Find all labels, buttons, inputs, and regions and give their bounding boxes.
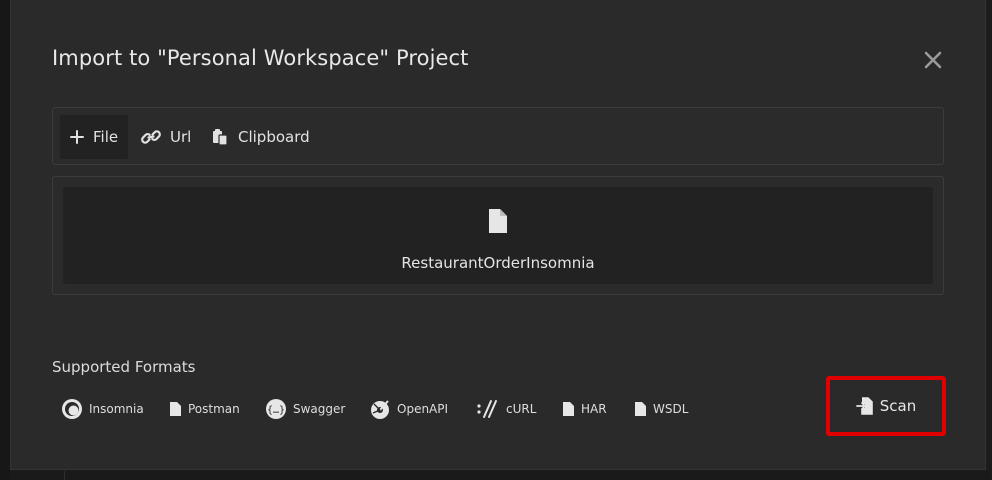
format-postman-label: Postman xyxy=(188,402,240,416)
file-dropzone[interactable]: RestaurantOrderInsomnia xyxy=(63,187,933,284)
plus-icon xyxy=(70,130,84,144)
tab-clipboard-label: Clipboard xyxy=(238,128,310,146)
dialog-title: Import to "Personal Workspace" Project xyxy=(52,46,469,70)
format-wsdl-label: WSDL xyxy=(653,402,689,416)
format-har: HAR xyxy=(562,397,607,421)
selected-file-name: RestaurantOrderInsomnia xyxy=(401,254,595,272)
import-source-tabs: File Url Clipboard xyxy=(52,107,944,165)
tab-file[interactable]: File xyxy=(60,115,129,159)
backdrop xyxy=(0,0,10,480)
tab-file-label: File xyxy=(93,128,119,146)
file-icon xyxy=(635,402,646,416)
close-button[interactable] xyxy=(919,46,947,74)
format-swagger-label: Swagger xyxy=(293,402,346,416)
tab-url[interactable]: Url xyxy=(131,115,201,159)
file-icon xyxy=(170,402,181,416)
file-dropzone-frame: RestaurantOrderInsomnia xyxy=(52,176,944,295)
format-curl: cURL xyxy=(476,397,536,421)
format-curl-label: cURL xyxy=(506,402,537,416)
format-swagger: {…} Swagger xyxy=(265,397,345,421)
format-har-label: HAR xyxy=(581,402,607,416)
tab-clipboard[interactable]: Clipboard xyxy=(201,115,320,159)
file-icon xyxy=(563,402,574,416)
file-import-icon xyxy=(855,397,873,415)
backdrop-strip xyxy=(10,471,990,480)
format-postman: Postman xyxy=(169,397,240,421)
insomnia-icon xyxy=(62,399,82,419)
format-insomnia: Insomnia xyxy=(61,397,144,421)
format-openapi: OpenAPI xyxy=(369,397,448,421)
format-insomnia-label: Insomnia xyxy=(89,402,144,416)
svg-text:{…}: {…} xyxy=(267,405,285,416)
close-icon xyxy=(924,51,942,69)
supported-formats-heading: Supported Formats xyxy=(52,358,196,376)
openapi-icon xyxy=(371,400,389,419)
format-openapi-label: OpenAPI xyxy=(397,402,449,416)
format-wsdl: WSDL xyxy=(634,397,688,421)
file-icon xyxy=(489,209,507,233)
import-dialog: Import to "Personal Workspace" Project F… xyxy=(10,0,986,470)
link-icon xyxy=(141,130,161,144)
scan-button[interactable]: Scan xyxy=(836,386,936,426)
scan-button-label: Scan xyxy=(879,397,917,415)
clipboard-icon xyxy=(213,129,228,146)
curl-icon xyxy=(477,400,497,418)
swagger-icon: {…} xyxy=(266,399,286,419)
tab-url-label: Url xyxy=(170,128,192,146)
